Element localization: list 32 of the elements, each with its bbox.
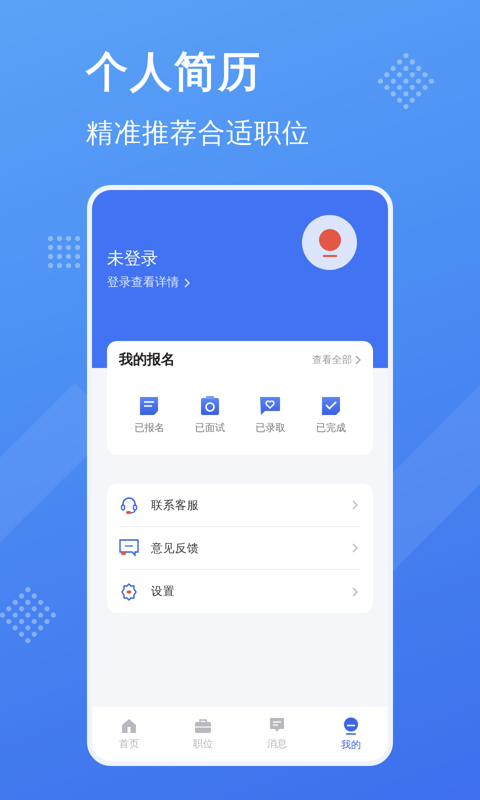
user-icon [318, 228, 342, 256]
menu-item[interactable]: 设置 [119, 570, 361, 613]
settings-icon [120, 582, 138, 600]
tab[interactable]: 我的 [326, 716, 376, 752]
chevron-icon [184, 278, 190, 288]
dot-pattern [46, 234, 82, 270]
chevron-icon [352, 543, 358, 553]
headline: 个人简历 [86, 46, 262, 98]
menu-item[interactable]: 意见反馈 [119, 527, 361, 570]
status-button[interactable]: 已完成 [316, 396, 346, 435]
login-link[interactable]: 登录查看详情 [107, 274, 190, 291]
login-status: 未登录 [107, 248, 159, 270]
status-button[interactable]: 已面试 [194, 396, 225, 435]
home-icon [121, 718, 137, 734]
menu-item[interactable]: 联系客服 [119, 484, 361, 527]
chevron-icon [355, 355, 361, 365]
checkmark-icon [320, 396, 341, 416]
status-button[interactable]: 已录取 [255, 396, 286, 435]
briefcase-icon [194, 718, 212, 734]
card-title: 我的报名 [119, 351, 175, 369]
view-all-link[interactable]: 查看全部 [312, 353, 361, 367]
subtitle: 精准推荐合适职位 [86, 117, 310, 151]
message-icon [269, 717, 285, 734]
chat-icon [119, 539, 139, 557]
chevron-icon [352, 586, 358, 596]
heart-message-icon [259, 396, 282, 416]
headset-icon [120, 496, 138, 514]
chevron-icon [352, 500, 358, 510]
user-icon [343, 716, 359, 734]
document-icon [139, 396, 160, 416]
clipboard-icon [200, 396, 220, 416]
status-button[interactable]: 已报名 [134, 396, 164, 435]
